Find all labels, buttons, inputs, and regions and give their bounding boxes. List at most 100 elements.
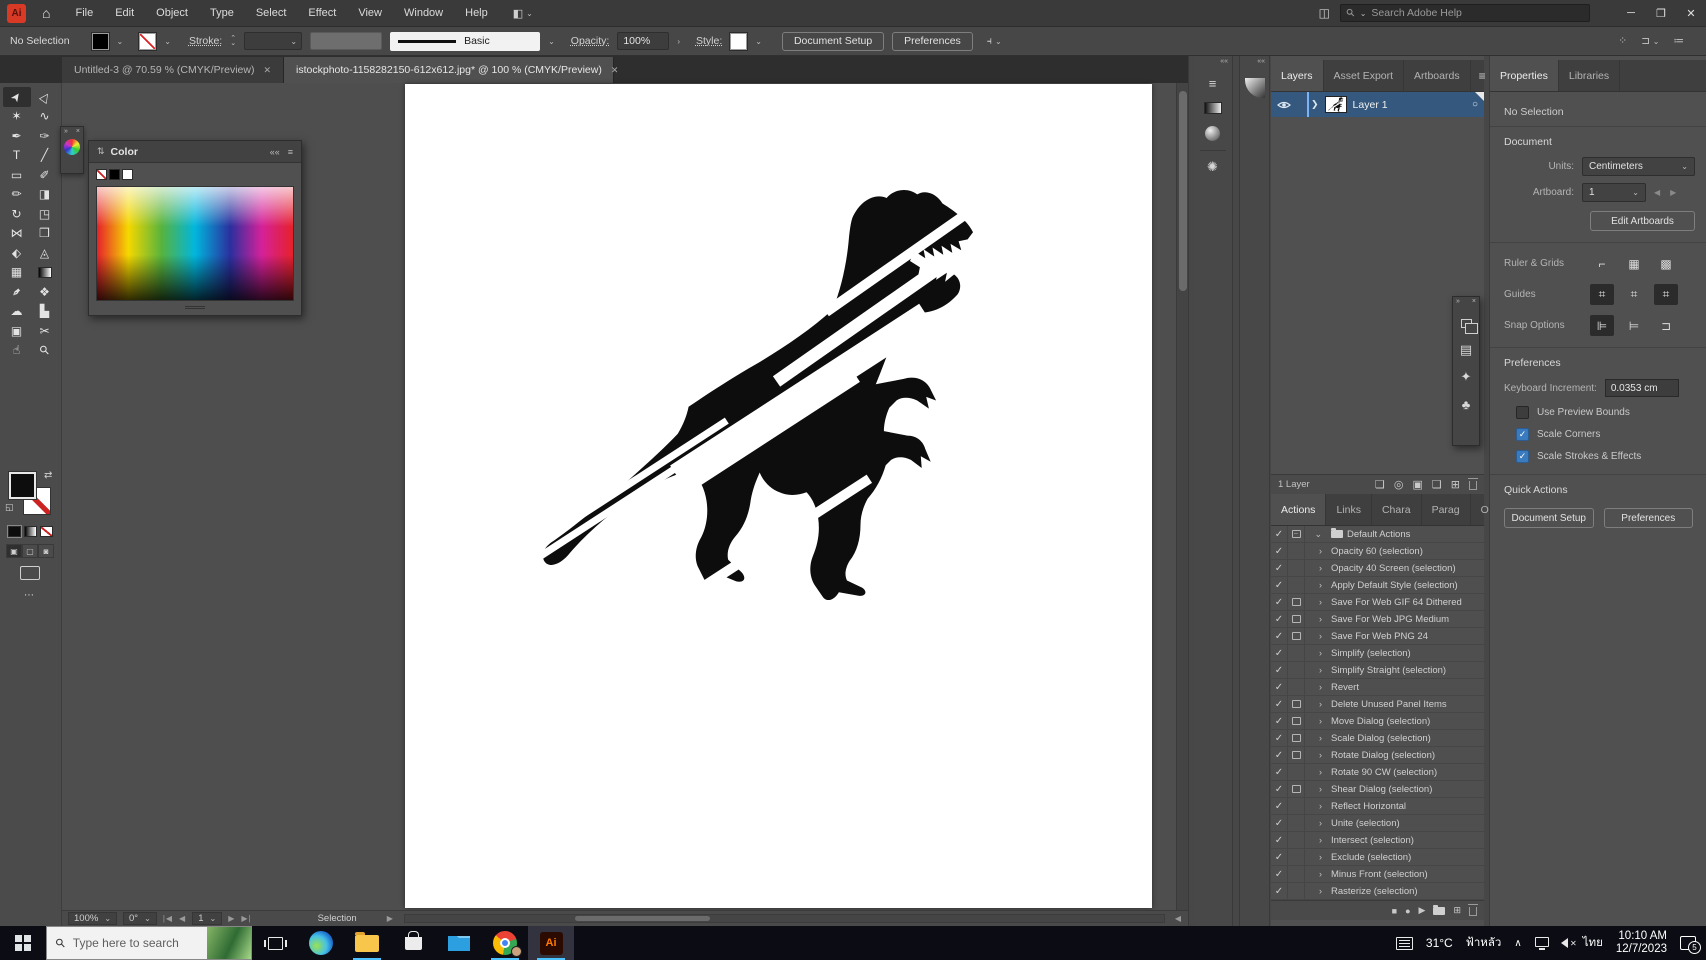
- perspective-grid-tool[interactable]: ◬: [31, 243, 59, 263]
- modal-toggle-cell[interactable]: [1288, 679, 1305, 695]
- action-checkmark-icon[interactable]: ✓: [1271, 781, 1288, 797]
- expand-action-icon[interactable]: ›: [1305, 679, 1327, 695]
- modal-toggle-cell[interactable]: [1288, 730, 1305, 746]
- expand-action-icon[interactable]: ›: [1305, 560, 1327, 576]
- network-icon[interactable]: [1535, 937, 1549, 947]
- transparency-panel-icon[interactable]: [1202, 124, 1224, 142]
- previous-artboard-icon[interactable]: ◀: [1654, 188, 1660, 197]
- action-row[interactable]: ✓›Unite (selection): [1271, 815, 1484, 832]
- action-row[interactable]: ✓›Apply Default Style (selection): [1271, 577, 1484, 594]
- first-artboard-icon[interactable]: |◀: [163, 914, 173, 923]
- status-play-icon[interactable]: ▶: [387, 914, 394, 923]
- expand-action-icon[interactable]: ›: [1305, 883, 1327, 899]
- search-highlight-image[interactable]: [207, 927, 251, 959]
- curvature-tool[interactable]: ✑: [31, 126, 59, 146]
- chevron-down-icon[interactable]: ⌄: [164, 37, 171, 46]
- preferences-button[interactable]: Preferences: [892, 32, 973, 51]
- mail-taskbar-button[interactable]: [436, 926, 482, 960]
- mesh-tool[interactable]: ▦: [3, 263, 31, 283]
- expand-action-icon[interactable]: ›: [1305, 730, 1327, 746]
- action-set-row[interactable]: ✓–⌄Default Actions: [1271, 526, 1484, 543]
- align-options-icon[interactable]: ⫞ ⌄: [987, 35, 1002, 48]
- delete-action-icon[interactable]: [1469, 907, 1477, 916]
- lasso-tool[interactable]: ∿: [31, 107, 59, 127]
- fill-proxy-swatch[interactable]: [9, 472, 36, 499]
- show-rulers-icon[interactable]: ⌐: [1590, 253, 1614, 274]
- taskbar-search-input[interactable]: ⚲ Type here to search: [46, 926, 252, 960]
- direct-selection-tool[interactable]: ▷: [31, 87, 59, 107]
- scale-tool[interactable]: ◳: [31, 204, 59, 224]
- layer-thumbnail[interactable]: [1325, 96, 1347, 113]
- modal-toggle-cell[interactable]: [1288, 543, 1305, 559]
- quick-document-setup-button[interactable]: Document Setup: [1504, 508, 1594, 528]
- action-row[interactable]: ✓›Opacity 60 (selection): [1271, 543, 1484, 560]
- action-checkmark-icon[interactable]: ✓: [1271, 849, 1288, 865]
- horizontal-scrollbar[interactable]: [404, 914, 1165, 923]
- action-center-icon[interactable]: 5: [1680, 936, 1696, 950]
- expand-action-icon[interactable]: ›: [1305, 781, 1327, 797]
- trex-silhouette-artwork[interactable]: [505, 180, 991, 612]
- action-row[interactable]: ✓›Scale Dialog (selection): [1271, 730, 1484, 747]
- close-panel-icon[interactable]: ×: [1472, 298, 1476, 305]
- chrome-taskbar-button[interactable]: [482, 926, 528, 960]
- modal-toggle-cell[interactable]: [1288, 645, 1305, 661]
- action-row[interactable]: ✓›Revert: [1271, 679, 1484, 696]
- lock-guides-icon[interactable]: ⌗: [1622, 284, 1646, 305]
- none-swatch[interactable]: [96, 169, 107, 180]
- menu-effect[interactable]: Effect: [297, 7, 347, 19]
- modal-toggle-cell[interactable]: [1288, 815, 1305, 831]
- style-label[interactable]: Style:: [696, 35, 722, 47]
- expand-action-icon[interactable]: ›: [1305, 543, 1327, 559]
- arrange-documents-icon[interactable]: ⁘: [1618, 35, 1627, 47]
- panel-toggle-icon[interactable]: ◫: [1319, 6, 1330, 20]
- gradient-mode-button[interactable]: [24, 526, 37, 537]
- panel-collapse-icon[interactable]: ⇅: [97, 146, 105, 157]
- expand-action-icon[interactable]: ›: [1305, 577, 1327, 593]
- action-row[interactable]: ✓›Intersect (selection): [1271, 832, 1484, 849]
- document-tab-1[interactable]: Untitled-3 @ 70.59 % (CMYK/Preview)✕: [62, 57, 284, 83]
- modal-toggle-cell[interactable]: [1288, 560, 1305, 576]
- close-tab-icon[interactable]: ✕: [611, 65, 619, 76]
- modal-toggle-cell[interactable]: [1288, 832, 1305, 848]
- layer-row[interactable]: ❯ Layer 1 ○: [1271, 92, 1484, 117]
- action-row[interactable]: ✓›Rotate 90 CW (selection): [1271, 764, 1484, 781]
- chevron-down-icon[interactable]: ⌄: [755, 37, 762, 46]
- tab-paragraph[interactable]: Parag: [1422, 494, 1471, 525]
- black-swatch[interactable]: [109, 169, 120, 180]
- action-checkmark-icon[interactable]: ✓: [1271, 696, 1288, 712]
- hand-tool[interactable]: ☝: [3, 341, 31, 361]
- magic-wand-tool[interactable]: ✶: [3, 107, 31, 127]
- tab-actions[interactable]: Actions: [1271, 494, 1326, 525]
- default-fill-stroke-icon[interactable]: ◱: [5, 502, 14, 513]
- expand-action-icon[interactable]: ›: [1305, 611, 1327, 627]
- scale-corners-checkbox[interactable]: ✓: [1516, 428, 1529, 441]
- edge-taskbar-button[interactable]: [298, 926, 344, 960]
- expand-action-icon[interactable]: ›: [1305, 696, 1327, 712]
- edit-toolbar-icon[interactable]: ⋯: [24, 590, 36, 601]
- shape-builder-tool[interactable]: ⬖: [3, 243, 31, 263]
- selection-tool[interactable]: ➤: [3, 87, 31, 107]
- layer-name[interactable]: Layer 1: [1353, 99, 1388, 111]
- close-tab-icon[interactable]: ✕: [263, 65, 271, 76]
- show-transparency-grid-icon[interactable]: ▩: [1654, 253, 1678, 274]
- previous-artboard-icon[interactable]: ◀: [179, 914, 186, 923]
- action-row[interactable]: ✓›Save For Web JPG Medium: [1271, 611, 1484, 628]
- artboards-panel-icon[interactable]: [1456, 313, 1476, 333]
- menu-object[interactable]: Object: [145, 7, 199, 19]
- panel-list-icon[interactable]: ≔: [1674, 35, 1685, 47]
- opacity-value[interactable]: 100%: [617, 32, 669, 50]
- free-transform-tool[interactable]: ❒: [31, 224, 59, 244]
- modal-toggle-cell[interactable]: [1288, 747, 1305, 763]
- action-row[interactable]: ✓›Opacity 40 Screen (selection): [1271, 560, 1484, 577]
- action-checkmark-icon[interactable]: ✓: [1271, 543, 1288, 559]
- snap-to-pixel-icon[interactable]: ⊨: [1622, 315, 1646, 336]
- start-button[interactable]: [0, 926, 46, 960]
- artboard-nav-dropdown[interactable]: 1⌄: [192, 912, 222, 925]
- set-dialog-toggle-icon[interactable]: –: [1288, 526, 1305, 542]
- keyboard-increment-input[interactable]: 0.0353 cm: [1605, 379, 1679, 397]
- action-row[interactable]: ✓›Exclude (selection): [1271, 849, 1484, 866]
- action-row[interactable]: ✓›Delete Unused Panel Items: [1271, 696, 1484, 713]
- action-row[interactable]: ✓›Move Dialog (selection): [1271, 713, 1484, 730]
- zoom-level-dropdown[interactable]: 100%⌄: [68, 912, 117, 925]
- action-checkmark-icon[interactable]: ✓: [1271, 866, 1288, 882]
